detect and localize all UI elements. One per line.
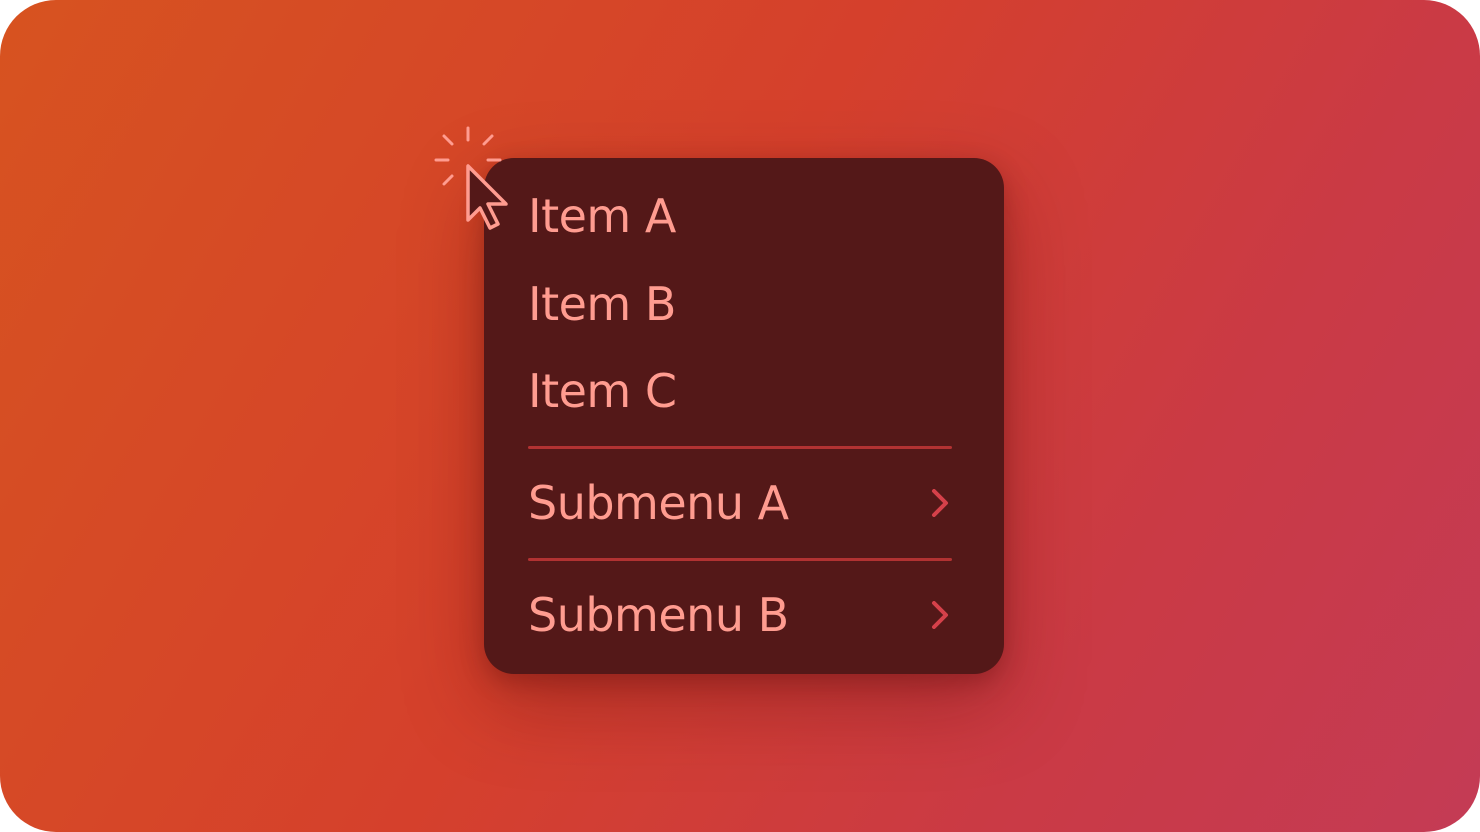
menu-item-label: Item A	[528, 189, 676, 243]
chevron-right-icon	[932, 489, 948, 517]
menu-separator	[528, 558, 952, 561]
submenu-label: Submenu A	[528, 476, 789, 530]
click-pointer-icon	[434, 126, 508, 230]
context-menu: Item A Item B Item C Submenu A Submenu B	[484, 158, 1004, 674]
submenu-a[interactable]: Submenu A	[484, 463, 1004, 543]
submenu-b[interactable]: Submenu B	[484, 575, 1004, 655]
menu-item-label: Item B	[528, 277, 676, 331]
menu-item-c[interactable]: Item C	[484, 351, 1004, 431]
submenu-label: Submenu B	[528, 588, 789, 642]
menu-separator	[528, 446, 952, 449]
desktop-background: Item A Item B Item C Submenu A Submenu B	[0, 0, 1480, 832]
menu-item-a[interactable]: Item A	[484, 176, 1004, 256]
chevron-right-icon	[932, 601, 948, 629]
menu-item-label: Item C	[528, 364, 677, 418]
menu-item-b[interactable]: Item B	[484, 264, 1004, 344]
